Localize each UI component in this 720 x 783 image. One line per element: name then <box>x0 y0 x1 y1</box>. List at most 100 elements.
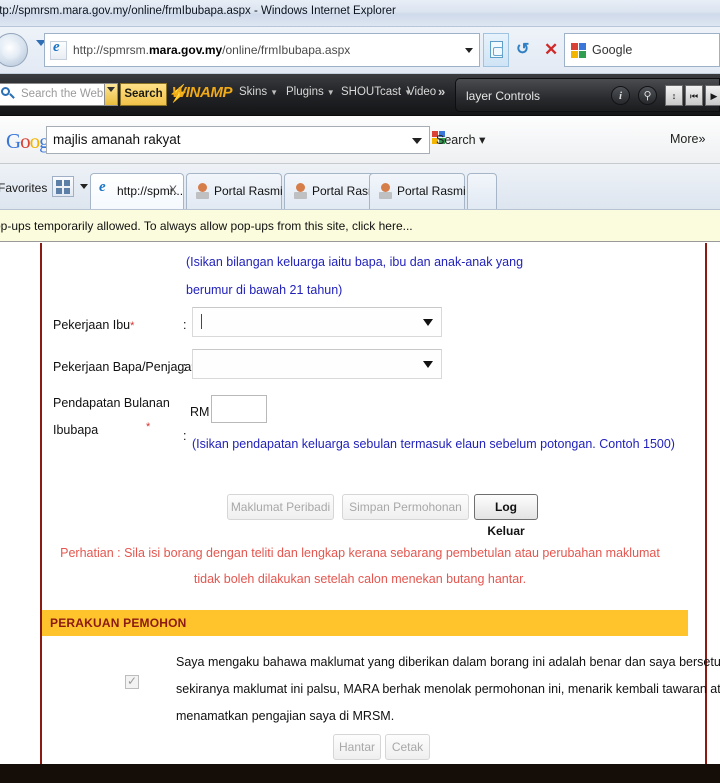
field-mother-occupation-select[interactable] <box>192 307 442 337</box>
declaration-line3: menamatkan pengajian saya di MRSM. <box>176 709 395 723</box>
url-domain: mara.gov.my <box>149 43 223 57</box>
winamp-logo: WINAMP <box>172 84 233 101</box>
google-search-button[interactable]: Search ▾ <box>436 132 485 147</box>
field-income-colon: : <box>183 429 187 443</box>
winamp-toolbar: Search the Web Search ⚡ WINAMP Skins ▼ Pl… <box>0 74 720 116</box>
tab-3[interactable]: Portal Rasmi ... <box>369 173 479 209</box>
winamp-search-placeholder: Search the Web <box>21 88 104 100</box>
tab-2[interactable]: Portal Rasmi ... <box>284 173 394 209</box>
google-search-input[interactable]: majlis amanah rakyat <box>46 126 430 154</box>
chevron-down-icon <box>107 87 115 92</box>
winamp-menu-skins[interactable]: Skins ▼ <box>239 86 278 98</box>
winamp-menu-shoutcast-label: SHOUTcast <box>341 86 402 98</box>
field-father-occupation-text: Pekerjaan Bapa/Penjaga <box>53 360 192 374</box>
browser-search-box[interactable]: Google <box>564 33 720 67</box>
declaration-line2: sekiranya maklumat ini palsu, MARA berha… <box>176 682 720 696</box>
family-size-hint-line2: berumur di bawah 21 tahun) <box>186 283 343 297</box>
previous-track-button[interactable]: ⏮ <box>685 85 703 106</box>
window-title-bar: ttp://spmrsm.mara.gov.my/online/frmIbuba… <box>0 0 720 27</box>
compatibility-view-button[interactable] <box>483 33 509 67</box>
field-father-occupation-colon: : <box>183 360 187 374</box>
close-icon[interactable]: X <box>169 183 177 197</box>
page-content: (Isikan bilangan keluarga iaitu bapa, ib… <box>0 243 720 764</box>
required-marker: * <box>146 421 151 433</box>
google-search-query: majlis amanah rakyat <box>53 132 181 147</box>
chevron-down-icon <box>423 319 433 326</box>
google-more-button[interactable]: More» <box>670 132 705 146</box>
winamp-menu-plugins-label: Plugins <box>286 86 324 98</box>
favorites-button[interactable]: Favorites <box>0 181 47 195</box>
browser-window: ttp://spmrsm.mara.gov.my/online/frmIbuba… <box>0 0 720 783</box>
winamp-menu-skins-label: Skins <box>239 86 268 98</box>
search-icon[interactable]: ⚲ <box>638 86 657 105</box>
winamp-overflow-button[interactable]: » <box>438 84 445 99</box>
back-forward-buttons[interactable] <box>0 32 38 68</box>
refresh-icon: ↺ <box>516 41 530 58</box>
refresh-button[interactable]: ↺ <box>511 33 537 67</box>
google-icon <box>571 43 587 59</box>
field-income-hint: (Isikan pendapatan keluarga sebulan term… <box>192 437 675 451</box>
chevron-down-icon <box>423 361 433 368</box>
winamp-search-dropdown[interactable] <box>104 84 117 105</box>
url-suffix: /online/frmIbubapa.aspx <box>222 43 351 57</box>
portal-icon <box>378 183 393 200</box>
winamp-menu-video-label: Video <box>407 86 437 98</box>
tab-1[interactable]: Portal Rasmi ... <box>186 173 296 209</box>
ie-icon <box>98 179 114 200</box>
close-icon: ✕ <box>544 40 559 59</box>
field-income-input[interactable] <box>211 395 267 423</box>
field-father-occupation-label: Pekerjaan Bapa/Penjaga* <box>53 360 196 374</box>
warning-line2: tidak boleh dilakukan setelah calon mene… <box>193 572 527 586</box>
popup-blocked-notification-bar[interactable]: op-ups temporarily allowed. To always al… <box>0 210 720 242</box>
hantar-button[interactable]: Hantar <box>333 734 381 760</box>
portal-icon <box>195 183 210 200</box>
field-income-label-line1: Pendapatan Bulanan <box>53 396 170 410</box>
winamp-search-button-label: Search <box>124 88 163 100</box>
declaration-line1: Saya mengaku bahawa maklumat yang diberi… <box>176 655 720 669</box>
warning-line1: Perhatian : Sila isi borang dengan telit… <box>60 546 660 560</box>
equalizer-button[interactable]: ↕ <box>665 85 683 106</box>
popup-notification-text: op-ups temporarily allowed. To always al… <box>0 219 413 233</box>
winamp-menu-video[interactable]: Video <box>407 86 436 98</box>
cetak-button[interactable]: Cetak <box>385 734 430 760</box>
declaration-checkbox[interactable] <box>125 673 139 689</box>
chevron-down-icon[interactable] <box>80 184 88 189</box>
field-father-occupation-select[interactable] <box>192 349 442 379</box>
tabs-bar: Favorites http://spmr... X Portal Rasmi … <box>0 164 720 357</box>
address-url-text: http://spmrsm.mara.gov.my/online/frmIbub… <box>73 43 350 57</box>
chevron-down-icon: ▼ <box>270 88 279 97</box>
field-mother-occupation-colon: : <box>183 318 187 332</box>
address-input[interactable]: http://spmrsm.mara.gov.my/online/frmIbub… <box>44 33 480 67</box>
back-button-icon[interactable] <box>0 33 28 67</box>
google-more-label: More <box>670 132 699 146</box>
tab-0[interactable]: http://spmr... X <box>90 173 184 209</box>
url-prefix: http://spmrsm. <box>73 43 150 57</box>
section-header-label: PERAKUAN PEMOHON <box>50 616 187 630</box>
google-search-button-label: Search <box>436 133 476 147</box>
search-provider-label: Google <box>592 43 633 57</box>
winamp-search-input[interactable]: Search the Web <box>0 83 118 106</box>
compatibility-view-icon <box>490 41 503 58</box>
required-marker: * <box>130 320 135 332</box>
new-tab-button[interactable] <box>467 173 497 209</box>
page-favicon-icon <box>50 39 67 60</box>
google-toolbar: Google majlis amanah rakyat Search ▾ Mor… <box>0 116 720 164</box>
play-button[interactable]: ▶ <box>705 85 720 106</box>
info-icon[interactable]: i <box>611 86 630 105</box>
family-size-hint-line1: (Isikan bilangan keluarga iaitu bapa, ib… <box>186 255 524 269</box>
winamp-search-button[interactable]: Search <box>120 83 167 106</box>
address-dropdown-icon[interactable] <box>465 48 473 53</box>
favorites-grid-icon[interactable] <box>52 176 74 197</box>
stop-button[interactable]: ✕ <box>537 33 563 67</box>
field-mother-occupation-text: Pekerjaan Ibu <box>53 318 131 332</box>
content-left-border <box>40 243 42 764</box>
winamp-menu-plugins[interactable]: Plugins ▼ <box>286 86 335 98</box>
simpan-permohonan-button[interactable]: Simpan Permohonan <box>342 494 469 520</box>
maklumat-peribadi-button[interactable]: Maklumat Peribadi <box>227 494 334 520</box>
chevron-down-icon[interactable] <box>412 138 422 144</box>
winamp-menu-shoutcast[interactable]: SHOUTcast ▼ <box>341 86 412 98</box>
log-keluar-button[interactable]: Log Keluar <box>474 494 538 538</box>
text-cursor <box>201 314 202 329</box>
winamp-player-panel: layer Controls i ⚲ ↕ ⏮ ▶ ⏸ ⏹ <box>455 78 720 112</box>
field-mother-occupation-label: Pekerjaan Ibu* <box>53 318 134 332</box>
